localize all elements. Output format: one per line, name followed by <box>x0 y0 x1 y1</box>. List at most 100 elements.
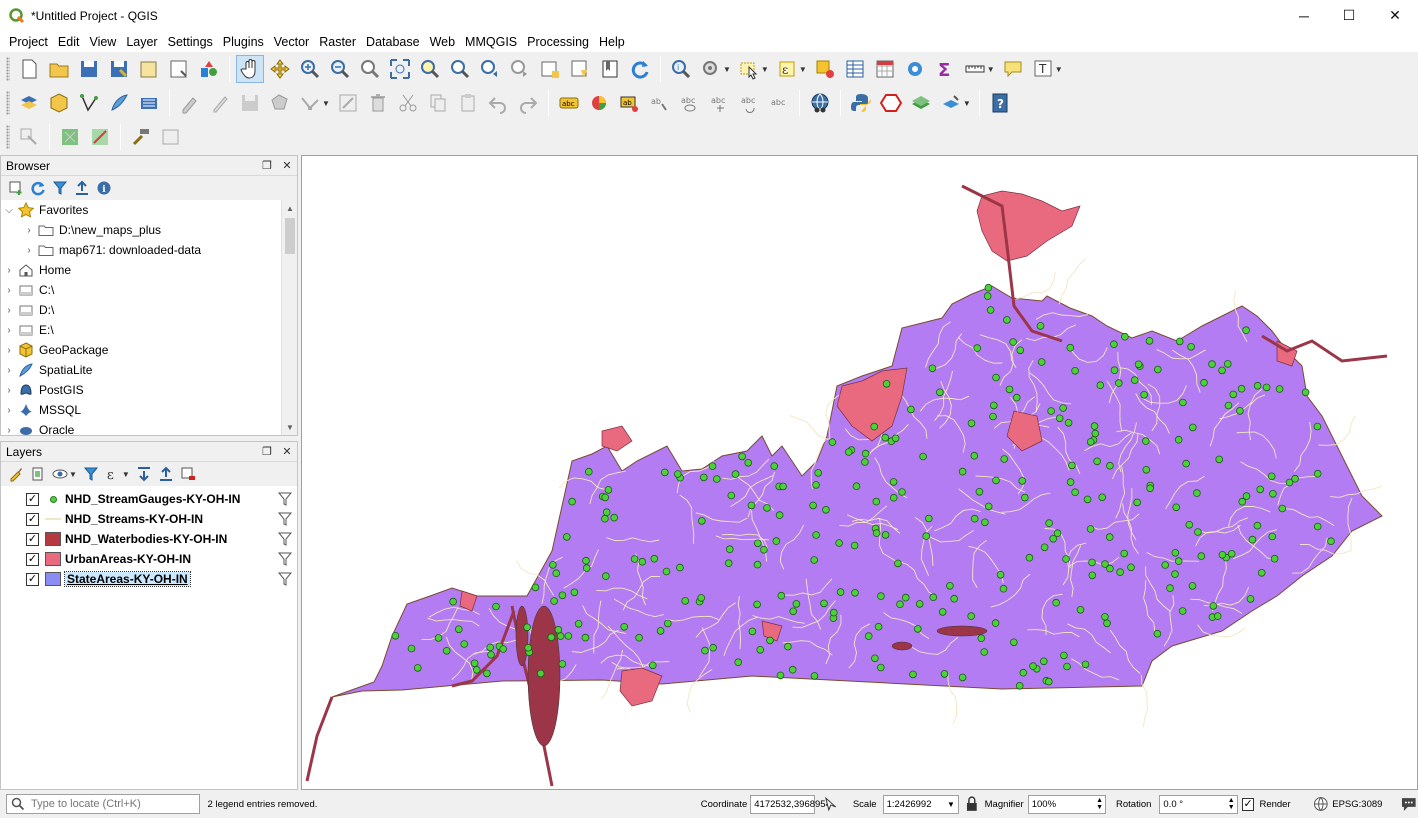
lock-scale-icon[interactable] <box>965 796 979 812</box>
float-panel-icon[interactable]: ❐ <box>257 159 277 172</box>
add-spatialite-layer-button[interactable] <box>105 89 133 117</box>
chevron-down-icon[interactable]: ▼ <box>723 65 731 74</box>
menu-plugins[interactable]: Plugins <box>218 35 269 49</box>
pan-to-selection-button[interactable] <box>266 55 294 83</box>
browser-item[interactable]: › D:\ <box>1 300 297 320</box>
highlight-pinned-labels-button[interactable]: ab <box>615 89 643 117</box>
browser-item[interactable]: › Home <box>1 260 297 280</box>
crs-globe-icon[interactable] <box>1313 796 1329 812</box>
chevron-down-icon[interactable]: ▼ <box>987 65 995 74</box>
filter-icon[interactable] <box>277 551 293 567</box>
browser-item[interactable]: › GeoPackage <box>1 340 297 360</box>
collapse-all-button[interactable] <box>71 178 93 198</box>
mmqgis-tool-button[interactable] <box>56 123 84 151</box>
identify-features-button[interactable]: i <box>667 55 695 83</box>
run-action-button[interactable] <box>697 55 725 83</box>
menu-settings[interactable]: Settings <box>163 35 218 49</box>
add-group-button[interactable] <box>27 464 49 484</box>
refresh-browser-button[interactable] <box>27 178 49 198</box>
menu-vector[interactable]: Vector <box>269 35 314 49</box>
layer-visibility-checkbox[interactable]: ✓ <box>26 512 39 526</box>
layer-item[interactable]: ✓ UrbanAreas-KY-OH-IN <box>1 549 297 569</box>
deselect-features-button[interactable] <box>811 55 839 83</box>
save-project-button[interactable] <box>75 55 103 83</box>
layout-manager-button[interactable] <box>165 55 193 83</box>
filter-icon[interactable] <box>277 491 293 507</box>
chevron-down-icon[interactable]: ▼ <box>799 65 807 74</box>
browser-item[interactable]: › map671: downloaded-data <box>1 240 297 260</box>
layer-item[interactable]: ✓ NHD_Streams-KY-OH-IN <box>1 509 297 529</box>
spin-arrows-icon[interactable]: ▲ ▼ <box>1096 797 1103 811</box>
delete-selected-button[interactable] <box>364 89 392 117</box>
coordinate-capture-button[interactable] <box>806 89 834 117</box>
chevron-right-icon[interactable]: › <box>1 265 17 276</box>
disabled-tool-button[interactable] <box>157 123 185 151</box>
layer-visibility-checkbox[interactable]: ✓ <box>26 552 39 566</box>
close-button[interactable]: ✕ <box>1372 0 1418 31</box>
menu-processing[interactable]: Processing <box>522 35 594 49</box>
paste-features-button[interactable] <box>454 89 482 117</box>
georeferencer-button[interactable] <box>907 89 935 117</box>
filter-legend-button[interactable] <box>80 464 102 484</box>
rotation-spinbox[interactable]: 0.0 ° ▲ ▼ <box>1159 794 1238 814</box>
new-print-layout-button[interactable] <box>135 55 163 83</box>
map-tips-button[interactable] <box>999 55 1027 83</box>
browser-item[interactable]: › PostGIS <box>1 380 297 400</box>
menu-help[interactable]: Help <box>594 35 630 49</box>
add-layer-button[interactable] <box>5 178 27 198</box>
chevron-right-icon[interactable]: › <box>1 405 17 416</box>
layer-item[interactable]: ✓ NHD_Waterbodies-KY-OH-IN <box>1 529 297 549</box>
attribute-table-button[interactable] <box>841 55 869 83</box>
zoom-last-button[interactable] <box>476 55 504 83</box>
browser-item[interactable]: › Oracle <box>1 420 297 435</box>
zoom-full-button[interactable] <box>386 55 414 83</box>
chevron-down-icon[interactable]: ⌵ <box>1 205 17 216</box>
chevron-down-icon[interactable]: ▼ <box>1055 65 1063 74</box>
scrollbar-thumb[interactable] <box>285 218 295 254</box>
crs-label[interactable]: EPSG:3089 <box>1332 799 1382 810</box>
help-button[interactable]: ? <box>986 89 1014 117</box>
browser-item[interactable]: › D:\new_maps_plus <box>1 220 297 240</box>
change-label-button[interactable]: abc <box>765 89 793 117</box>
menu-edit[interactable]: Edit <box>53 35 85 49</box>
menu-web[interactable]: Web <box>425 35 460 49</box>
remove-layer-button[interactable] <box>177 464 199 484</box>
toggle-editing-button[interactable] <box>206 89 234 117</box>
select-features-button[interactable] <box>735 55 763 83</box>
chevron-right-icon[interactable]: › <box>1 385 17 396</box>
pin-labels-button[interactable]: ab <box>645 89 673 117</box>
add-vector-layer-button[interactable] <box>75 89 103 117</box>
chevron-right-icon[interactable]: › <box>1 305 17 316</box>
extents-toggle-icon[interactable] <box>821 795 839 813</box>
chevron-down-icon[interactable]: ▼ <box>761 65 769 74</box>
menu-mmqgis[interactable]: MMQGIS <box>460 35 522 49</box>
magnifier-spinbox[interactable]: 100% ▲ ▼ <box>1027 794 1107 814</box>
redo-button[interactable] <box>514 89 542 117</box>
filter-icon[interactable] <box>277 511 293 527</box>
minimize-button[interactable]: ─ <box>1281 0 1327 31</box>
show-bookmarks-button[interactable] <box>596 55 624 83</box>
chevron-right-icon[interactable]: › <box>1 325 17 336</box>
toolbar-grip[interactable] <box>6 125 10 149</box>
filter-by-expression-button[interactable]: ε <box>102 464 124 484</box>
scroll-down-icon[interactable]: ▼ <box>282 419 297 435</box>
rotate-label-button[interactable]: abc <box>735 89 763 117</box>
map-canvas[interactable] <box>301 155 1418 790</box>
chevron-down-icon[interactable]: ▼ <box>322 99 330 108</box>
menu-view[interactable]: View <box>84 35 121 49</box>
spin-arrows-icon[interactable]: ▲ ▼ <box>1228 797 1235 811</box>
locator-search-field[interactable]: Type to locate (Ctrl+K) <box>6 794 200 814</box>
chevron-right-icon[interactable]: › <box>1 425 17 436</box>
layer-diagram-button[interactable] <box>585 89 613 117</box>
new-geopackage-layer-button[interactable] <box>45 89 73 117</box>
close-panel-icon[interactable]: ✕ <box>277 445 297 458</box>
select-by-expression-button[interactable]: ε <box>773 55 801 83</box>
manage-map-themes-button[interactable] <box>49 464 71 484</box>
zoom-to-selection-button[interactable] <box>416 55 444 83</box>
vertex-tool-button[interactable] <box>296 89 324 117</box>
maximize-button[interactable]: ☐ <box>1326 0 1372 31</box>
open-project-button[interactable] <box>45 55 73 83</box>
topology-checker-button[interactable] <box>877 89 905 117</box>
close-panel-icon[interactable]: ✕ <box>277 159 297 172</box>
processing-toolbox-button[interactable] <box>901 55 929 83</box>
